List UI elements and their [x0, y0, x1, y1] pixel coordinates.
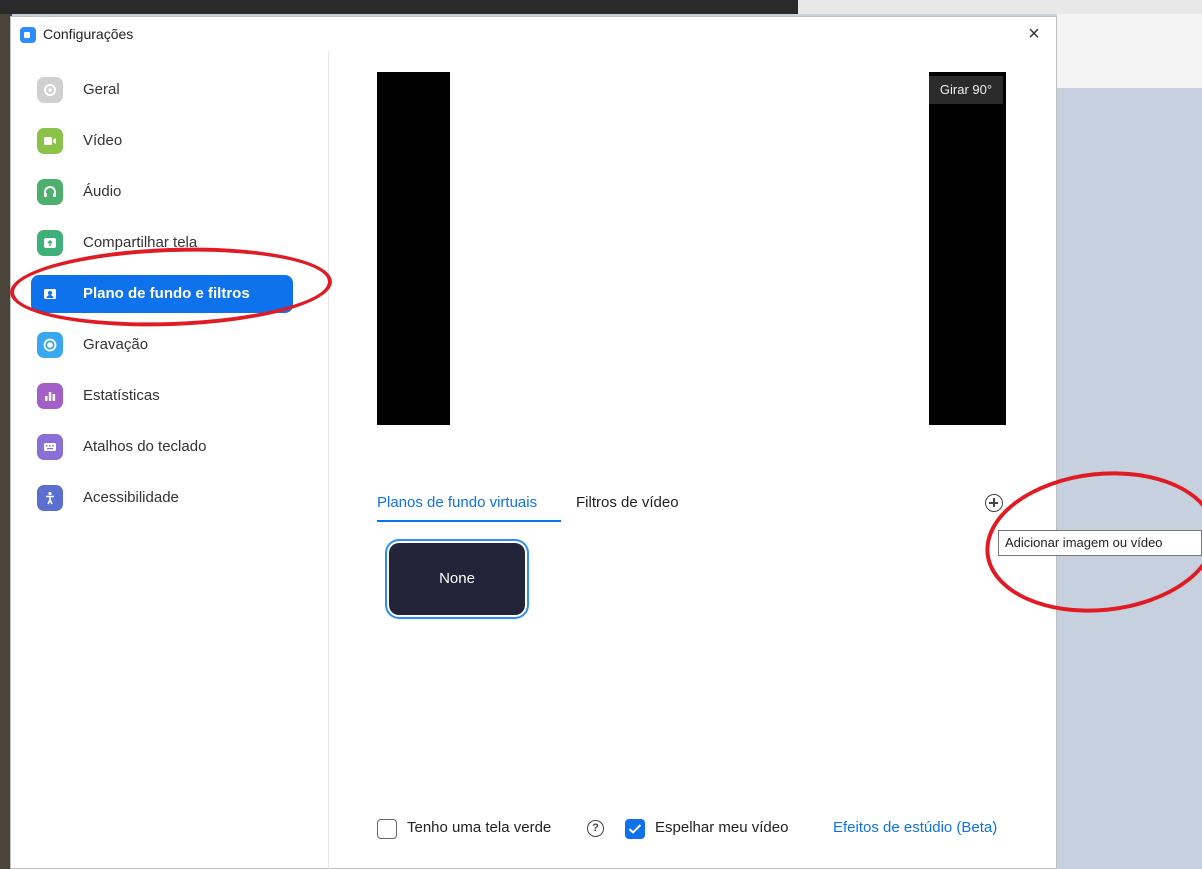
- title-bar: Configurações ×: [11, 17, 1056, 51]
- tab-virtual-backgrounds[interactable]: Planos de fundo virtuais: [377, 494, 537, 511]
- sidebar-item-share-screen[interactable]: Compartilhar tela: [31, 224, 293, 262]
- desktop-background: [798, 0, 1202, 14]
- background-window: [1057, 14, 1202, 88]
- active-tab-indicator: [377, 520, 561, 522]
- sidebar-item-label: Áudio: [83, 183, 122, 200]
- zoom-app-icon: [20, 27, 36, 43]
- sidebar-item-statistics[interactable]: Estatísticas: [31, 377, 293, 415]
- green-screen-label: Tenho uma tela verde: [407, 819, 552, 836]
- record-icon: [37, 332, 63, 358]
- studio-effects-link[interactable]: Efeitos de estúdio (Beta): [833, 819, 997, 841]
- desktop-background: [0, 0, 800, 14]
- sidebar-item-label: Estatísticas: [83, 387, 160, 404]
- keyboard-icon: [37, 434, 63, 460]
- gear-icon: [37, 77, 63, 103]
- sidebar-item-background-filters[interactable]: Plano de fundo e filtros: [31, 275, 293, 313]
- headphones-icon: [37, 179, 63, 205]
- sidebar-item-label: Atalhos do teclado: [83, 438, 207, 455]
- background-window: [1057, 14, 1202, 869]
- tab-video-filters[interactable]: Filtros de vídeo: [576, 494, 679, 511]
- chart-icon: [37, 383, 63, 409]
- sidebar-item-audio[interactable]: Áudio: [31, 173, 293, 211]
- sidebar-item-label: Vídeo: [83, 132, 123, 149]
- mirror-video-label: Espelhar meu vídeo: [655, 819, 789, 836]
- video-camera-icon: [37, 128, 63, 154]
- checkmark-icon: [628, 824, 642, 834]
- background-option-none[interactable]: None: [389, 543, 525, 615]
- accessibility-icon: [37, 485, 63, 511]
- sidebar-item-recording[interactable]: Gravação: [31, 326, 293, 364]
- sidebar-item-label: Plano de fundo e filtros: [83, 285, 250, 302]
- green-screen-checkbox[interactable]: [377, 819, 397, 839]
- sidebar-item-accessibility[interactable]: Acessibilidade: [31, 479, 293, 517]
- share-screen-icon: [37, 230, 63, 256]
- settings-dialog: Configurações × Geral Vídeo Áudio Compar…: [10, 16, 1057, 869]
- sidebar-item-label: Compartilhar tela: [83, 234, 198, 251]
- add-image-or-video-button[interactable]: [985, 494, 1003, 512]
- sidebar-item-label: Acessibilidade: [83, 489, 179, 506]
- window-title: Configurações: [43, 26, 134, 42]
- sidebar-item-general[interactable]: Geral: [31, 71, 293, 109]
- settings-sidebar: Geral Vídeo Áudio Compartilhar tela Plan…: [11, 51, 329, 869]
- sidebar-item-label: Geral: [83, 81, 120, 98]
- video-preview-right-bar: [929, 72, 1006, 425]
- add-image-tooltip: Adicionar imagem ou vídeo: [998, 530, 1202, 556]
- sidebar-item-video[interactable]: Vídeo: [31, 122, 293, 160]
- close-button[interactable]: ×: [1022, 22, 1046, 46]
- background-icon: [37, 281, 63, 307]
- video-preview-left-bar: [377, 72, 450, 425]
- rotate-90-button[interactable]: Girar 90°: [929, 76, 1003, 104]
- sidebar-item-keyboard-shortcuts[interactable]: Atalhos do teclado: [31, 428, 293, 466]
- help-icon[interactable]: ?: [587, 820, 604, 837]
- mirror-video-checkbox[interactable]: [625, 819, 645, 839]
- sidebar-item-label: Gravação: [83, 336, 149, 353]
